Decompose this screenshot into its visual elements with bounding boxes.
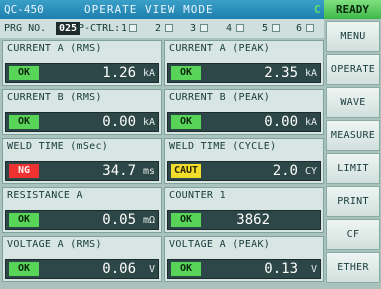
panel-current-a-rms: CURRENT A (RMS) OK 1.26 kA <box>2 40 162 86</box>
ready-status-badge: READY <box>324 0 381 19</box>
mode-title: OPERATE VIEW MODE <box>84 3 214 16</box>
pctrl-channel-1-label: 1 <box>121 23 128 34</box>
judgement-badge: OK <box>171 66 201 80</box>
pctrl-channel-2-box[interactable] <box>165 24 173 32</box>
judgement-badge: CAUT <box>171 164 201 178</box>
value-bar: OK 1.26 kA <box>5 63 159 83</box>
panel-voltage-a-peak: VOLTAGE A (PEAK) OK 0.13 V <box>164 236 324 282</box>
value-bar: OK 2.35 kA <box>167 63 321 83</box>
unit-label: CY <box>304 166 317 177</box>
measured-value: 0.00 <box>264 114 298 130</box>
measured-value: 0.05 <box>102 212 136 228</box>
pctrl-channel-2-label: 2 <box>155 23 162 34</box>
wave-button[interactable]: WAVE <box>326 87 380 118</box>
unit-label: V <box>310 264 317 275</box>
pctrl-channel-6-label: 6 <box>296 23 303 34</box>
panel-title: COUNTER 1 <box>169 190 226 201</box>
unit-label: ms <box>142 166 155 177</box>
pctrl-channel-5-box[interactable] <box>272 24 280 32</box>
pctrl-channel-5-label: 5 <box>262 23 269 34</box>
panel-current-a-peak: CURRENT A (PEAK) OK 2.35 kA <box>164 40 324 86</box>
print-button[interactable]: PRINT <box>326 186 380 217</box>
panel-current-b-peak: CURRENT B (PEAK) OK 0.00 kA <box>164 89 324 135</box>
program-row: PRG NO. 025 P-CTRL: 1 2 3 4 5 6 <box>0 19 324 38</box>
panel-title: VOLTAGE A (PEAK) <box>169 239 271 250</box>
panel-counter-1: COUNTER 1 OK 3862 <box>164 187 324 233</box>
judgement-badge: OK <box>171 115 201 129</box>
ether-button[interactable]: ETHER <box>326 252 380 283</box>
value-bar: OK 0.13 V <box>167 259 321 279</box>
panel-title: VOLTAGE A (RMS) <box>7 239 102 250</box>
measured-value: 0.13 <box>264 261 298 277</box>
panel-title: CURRENT A (RMS) <box>7 43 102 54</box>
operate-button[interactable]: OPERATE <box>326 54 380 85</box>
value-bar: NG 34.7 ms <box>5 161 159 181</box>
panel-current-b-rms: CURRENT B (RMS) OK 0.00 kA <box>2 89 162 135</box>
value-bar: OK 0.05 mΩ <box>5 210 159 230</box>
panel-title: CURRENT B (RMS) <box>7 92 102 103</box>
judgement-badge: OK <box>9 66 39 80</box>
value-bar: OK 3862 <box>167 210 321 230</box>
judgement-badge: OK <box>171 262 201 276</box>
unit-label: V <box>148 264 155 275</box>
measured-value: 0.06 <box>102 261 136 277</box>
cf-button[interactable]: CF <box>326 219 380 250</box>
judgement-badge: OK <box>9 115 39 129</box>
pctrl-channel-3-label: 3 <box>190 23 197 34</box>
panel-title: WELD TIME (CYCLE) <box>169 141 277 152</box>
panel-voltage-a-rms: VOLTAGE A (RMS) OK 0.06 V <box>2 236 162 282</box>
panel-title: RESISTANCE A <box>7 190 83 201</box>
c-indicator: C <box>314 3 321 16</box>
measured-value: 0.00 <box>102 114 136 130</box>
value-bar: OK 0.00 kA <box>167 112 321 132</box>
model-label: QC-450 <box>4 3 44 16</box>
panel-weld-time-msec: WELD TIME (mSec) NG 34.7 ms <box>2 138 162 184</box>
unit-label: kA <box>304 117 317 128</box>
operate-view-screen: QC-450 OPERATE VIEW MODE C READY PRG NO.… <box>0 0 381 289</box>
pctrl-channel-4-box[interactable] <box>236 24 244 32</box>
judgement-badge: OK <box>9 213 39 227</box>
measured-value: 34.7 <box>102 163 136 179</box>
unit-label: kA <box>304 68 317 79</box>
prg-label: PRG NO. <box>4 23 47 34</box>
pctrl-channel-1-box[interactable] <box>129 24 137 32</box>
unit-label: kA <box>142 68 155 79</box>
panel-title: WELD TIME (mSec) <box>7 141 109 152</box>
unit-label: kA <box>142 117 155 128</box>
measured-value: 3862 <box>236 212 270 228</box>
pctrl-channel-3-box[interactable] <box>200 24 208 32</box>
measured-value: 2.35 <box>264 65 298 81</box>
value-bar: OK 0.06 V <box>5 259 159 279</box>
panel-title: CURRENT A (PEAK) <box>169 43 271 54</box>
panel-weld-time-cycle: WELD TIME (CYCLE) CAUT 2.0 CY <box>164 138 324 184</box>
judgement-badge: OK <box>9 262 39 276</box>
judgement-badge: NG <box>9 164 39 178</box>
value-bar: CAUT 2.0 CY <box>167 161 321 181</box>
menu-button[interactable]: MENU <box>326 21 380 52</box>
pctrl-channel-4-label: 4 <box>226 23 233 34</box>
measure-button[interactable]: MEASURE <box>326 120 380 151</box>
panel-title: CURRENT B (PEAK) <box>169 92 271 103</box>
unit-label: mΩ <box>142 215 155 226</box>
prg-number[interactable]: 025 <box>56 22 81 35</box>
panel-resistance-a: RESISTANCE A OK 0.05 mΩ <box>2 187 162 233</box>
limit-button[interactable]: LIMIT <box>326 153 380 184</box>
pctrl-channel-6-box[interactable] <box>306 24 314 32</box>
measured-value: 1.26 <box>102 65 136 81</box>
title-bar: QC-450 OPERATE VIEW MODE C <box>0 0 324 19</box>
measured-value: 2.0 <box>272 163 298 179</box>
judgement-badge: OK <box>171 213 201 227</box>
pctrl-label: P-CTRL: <box>78 23 121 34</box>
value-bar: OK 0.00 kA <box>5 112 159 132</box>
